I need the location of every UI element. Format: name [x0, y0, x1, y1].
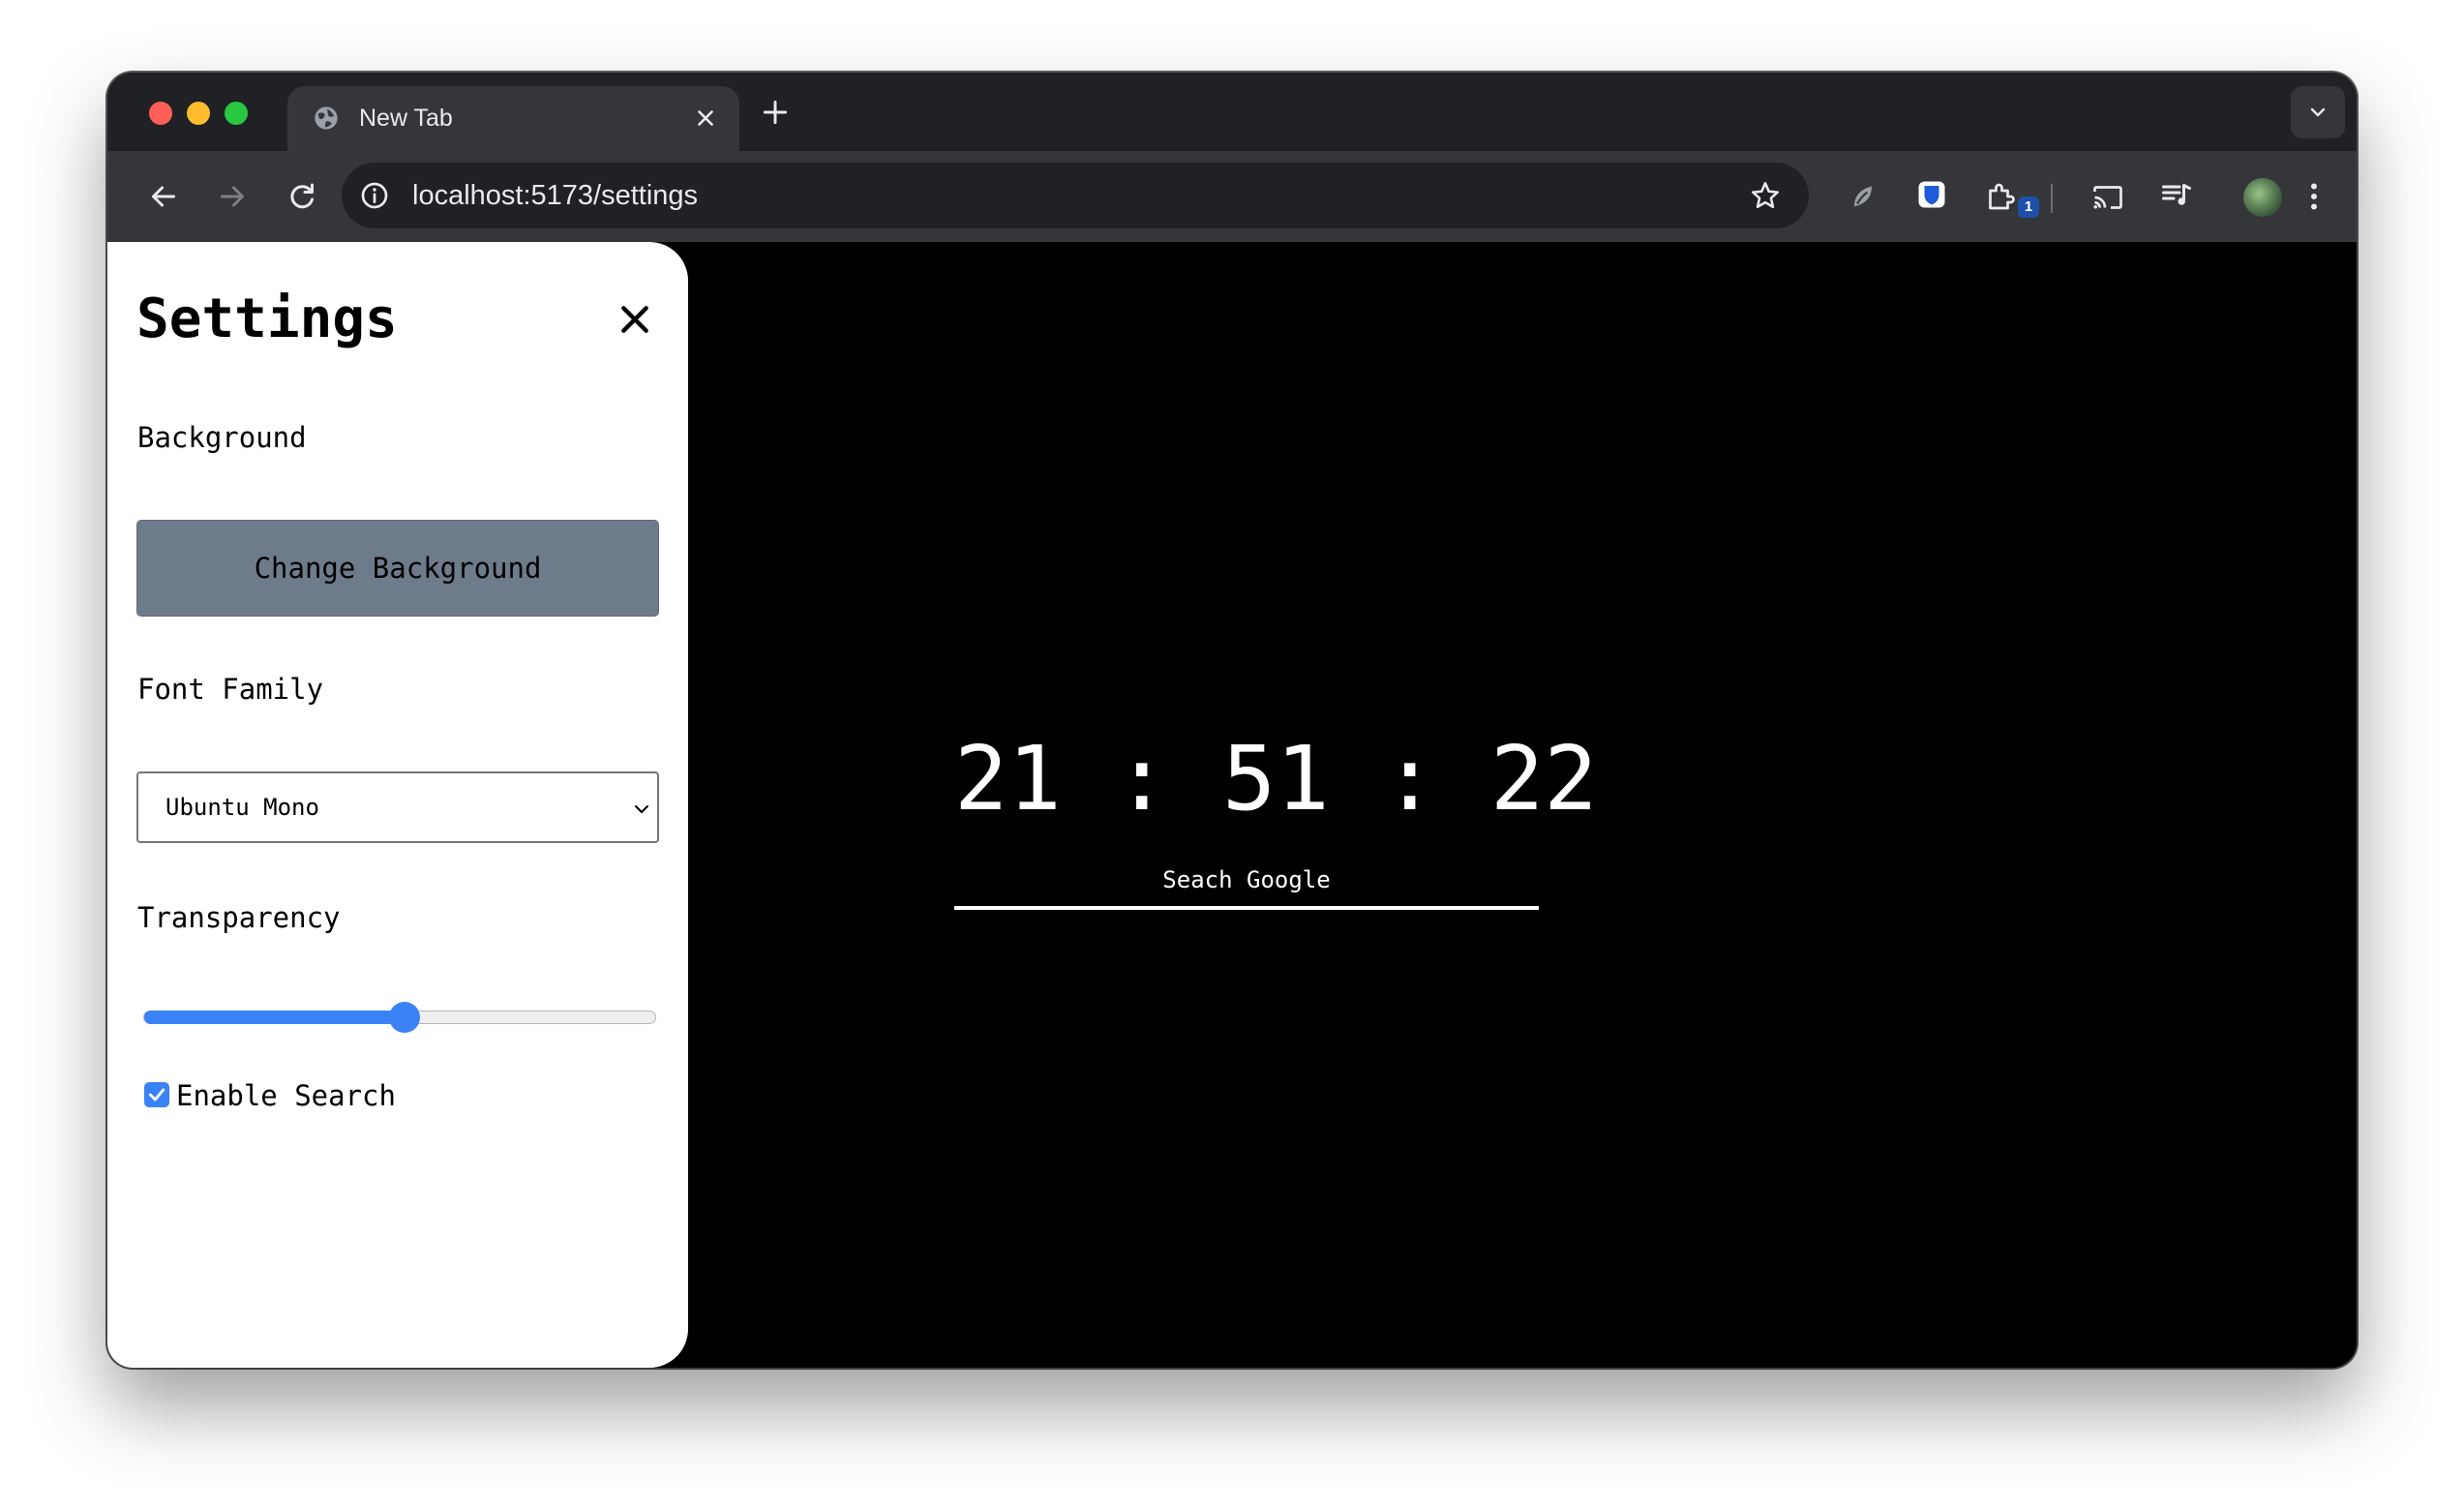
clock-display: 21 : 51 : 22: [954, 727, 1598, 830]
slider-thumb[interactable]: [389, 1002, 420, 1033]
tab-strip: New Tab: [107, 73, 2357, 151]
toolbar: localhost:5173/settings 1: [107, 151, 2357, 242]
back-arrow-icon[interactable]: [146, 179, 181, 214]
change-background-button[interactable]: Change Background: [136, 520, 659, 617]
site-info-icon[interactable]: [359, 180, 390, 211]
settings-panel: Settings Background Change Background Fo…: [107, 242, 688, 1368]
cast-icon[interactable]: [2090, 180, 2125, 215]
search-google-label[interactable]: Seach Google: [954, 864, 1539, 895]
browser-window: New Tab localhost:5173/settings 1 Settin…: [107, 73, 2357, 1368]
maximize-window-button[interactable]: [225, 102, 248, 125]
settings-title: Settings: [136, 287, 398, 350]
font-family-label: Font Family: [137, 673, 324, 706]
close-window-button[interactable]: [149, 102, 172, 125]
forward-arrow-icon[interactable]: [215, 179, 250, 214]
address-bar[interactable]: localhost:5173/settings: [342, 163, 1809, 228]
close-icon[interactable]: [616, 300, 654, 339]
plus-icon[interactable]: [760, 97, 791, 128]
more-menu-icon[interactable]: [2297, 179, 2331, 214]
chevron-down-icon: [2310, 107, 2326, 117]
media-control-icon[interactable]: [2159, 178, 2194, 213]
enable-search-label[interactable]: Enable Search: [176, 1078, 396, 1113]
page-content: Settings Background Change Background Fo…: [107, 242, 2357, 1368]
url-text[interactable]: localhost:5173/settings: [412, 179, 698, 212]
globe-icon: [315, 106, 338, 130]
extension-badge: 1: [2018, 196, 2039, 218]
font-family-value: Ubuntu Mono: [165, 794, 319, 821]
profile-avatar[interactable]: [2243, 178, 2282, 217]
font-family-select[interactable]: Ubuntu Mono: [136, 771, 659, 843]
minimize-window-button[interactable]: [187, 102, 210, 125]
toolbar-separator: [2051, 184, 2053, 213]
search-input-underline[interactable]: [954, 906, 1539, 910]
tab-title: New Tab: [359, 105, 453, 132]
shield-extension-icon[interactable]: [1914, 177, 1949, 212]
close-icon[interactable]: [693, 106, 718, 131]
bookmark-star-icon[interactable]: [1749, 179, 1782, 212]
checkmark-icon: [148, 1088, 165, 1102]
tab-search-button[interactable]: [2291, 86, 2345, 138]
enable-search-checkbox[interactable]: [144, 1082, 169, 1107]
background-label: Background: [137, 421, 307, 454]
extension-leaf-icon[interactable]: [1846, 179, 1880, 214]
tab-new-tab[interactable]: New Tab: [287, 86, 739, 151]
transparency-label: Transparency: [137, 901, 341, 934]
puzzle-icon[interactable]: [1983, 179, 2018, 214]
reload-icon[interactable]: [285, 179, 319, 214]
chevron-down-icon: [635, 805, 648, 813]
slider-fill: [144, 1011, 401, 1024]
